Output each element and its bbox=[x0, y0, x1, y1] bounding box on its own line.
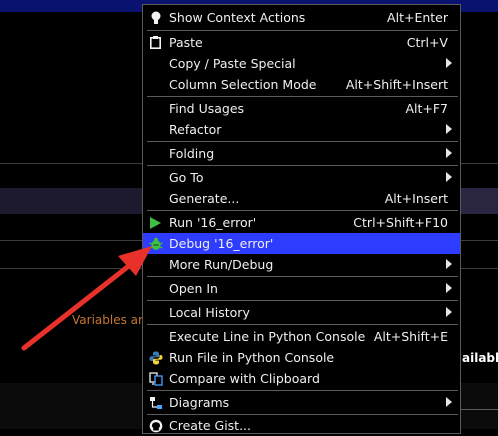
annotation-arrow-icon bbox=[21, 246, 152, 351]
